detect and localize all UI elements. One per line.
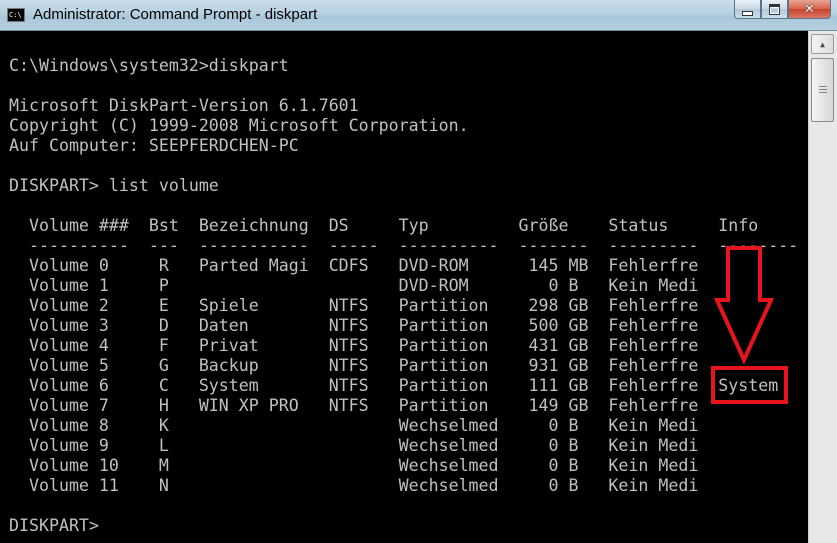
console-line: Volume 0 R Parted Magi CDFS DVD-ROM 145 … — [9, 256, 699, 275]
window-title: Administrator: Command Prompt - diskpart — [33, 6, 318, 23]
console-line: DISKPART> list volume — [9, 176, 219, 195]
console-line: ---------- --- ----------- ----- -------… — [9, 236, 799, 255]
console-line: C:\Windows\system32>diskpart — [9, 56, 289, 75]
console-line: Volume 8 K Wechselmed 0 B Kein Medi — [9, 416, 699, 435]
console-line: Volume 3 D Daten NTFS Partition 500 GB F… — [9, 316, 699, 335]
minimize-icon — [742, 10, 753, 16]
scroll-thumb[interactable] — [811, 58, 834, 122]
console-line: Volume 4 F Privat NTFS Partition 431 GB … — [9, 336, 699, 355]
console-line: Volume 6 C System NTFS Partition 111 GB … — [9, 376, 779, 395]
maximize-button[interactable] — [761, 0, 788, 19]
minimize-button[interactable] — [734, 0, 761, 19]
chevron-up-icon: ▲ — [820, 39, 825, 49]
scroll-up-button[interactable]: ▲ — [811, 34, 834, 54]
console-area[interactable]: C:\Windows\system32>diskpart Microsoft D… — [0, 31, 808, 543]
console-line: Volume 11 N Wechselmed 0 B Kein Medi — [9, 476, 699, 495]
console-output: C:\Windows\system32>diskpart Microsoft D… — [9, 56, 798, 536]
title-bar[interactable]: C:\ Administrator: Command Prompt - disk… — [0, 0, 837, 31]
maximize-icon — [769, 3, 780, 15]
annotation-arrow — [714, 246, 774, 364]
annotation-highlight-box — [711, 366, 788, 404]
window-controls: ✕ — [734, 0, 831, 20]
console-line: Volume 1 P DVD-ROM 0 B Kein Medi — [9, 276, 699, 295]
console-line: Volume 9 L Wechselmed 0 B Kein Medi — [9, 436, 699, 455]
grip-line — [819, 86, 827, 87]
console-line: Volume 2 E Spiele NTFS Partition 298 GB … — [9, 296, 699, 315]
console-line: Copyright (C) 1999-2008 Microsoft Corpor… — [9, 116, 469, 135]
console-line: Volume 5 G Backup NTFS Partition 931 GB … — [9, 356, 699, 375]
grip-line — [819, 92, 827, 93]
close-button[interactable]: ✕ — [788, 0, 831, 19]
command-prompt-icon: C:\ — [7, 8, 25, 22]
console-line: Volume ### Bst Bezeichnung DS Typ Größe … — [9, 216, 759, 235]
grip-line — [819, 89, 827, 90]
vertical-scrollbar[interactable]: ▲ — [808, 31, 837, 543]
console-line: Auf Computer: SEEPFERDCHEN-PC — [9, 136, 299, 155]
console-line: Volume 7 H WIN XP PRO NTFS Partition 149… — [9, 396, 699, 415]
console-line: DISKPART> — [9, 516, 109, 535]
close-icon: ✕ — [804, 1, 815, 17]
console-line: Microsoft DiskPart-Version 6.1.7601 — [9, 96, 359, 115]
console-line: Volume 10 M Wechselmed 0 B Kein Medi — [9, 456, 699, 475]
